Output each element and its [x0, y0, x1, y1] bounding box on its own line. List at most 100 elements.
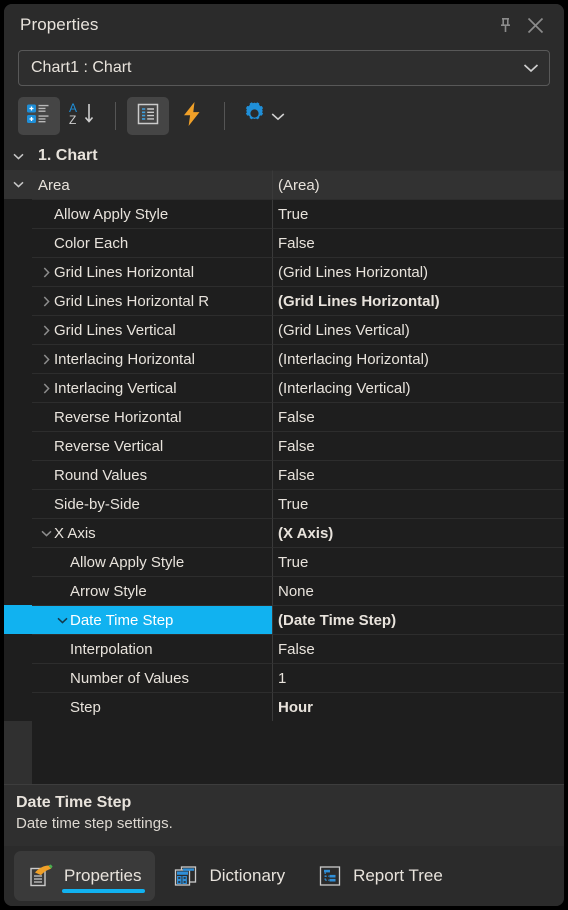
property-name-cell[interactable]: Interpolation	[32, 634, 272, 663]
property-value-cell[interactable]: (Grid Lines Vertical)	[272, 315, 564, 344]
property-name-cell[interactable]: Reverse Vertical	[32, 431, 272, 460]
property-value-cell[interactable]: (Grid Lines Horizontal)	[272, 286, 564, 315]
row-gutter	[4, 489, 32, 518]
tab-report-tree[interactable]: Report Tree	[303, 851, 457, 901]
tab-properties-label: Properties	[64, 866, 142, 885]
property-name-cell[interactable]: Round Values	[32, 460, 272, 489]
chevron-down-icon[interactable]	[4, 142, 32, 170]
property-row[interactable]: Allow Apply Style True	[4, 547, 564, 576]
property-name-label: Number of Values	[70, 669, 189, 687]
property-name-cell[interactable]: X Axis	[32, 518, 272, 547]
property-name-cell[interactable]: Interlacing Vertical	[32, 373, 272, 402]
panel-titlebar: Properties	[4, 4, 564, 46]
dictionary-icon	[173, 863, 199, 889]
property-row[interactable]: Round Values False	[4, 460, 564, 489]
property-value-cell[interactable]: (Area)	[272, 170, 564, 199]
property-row[interactable]: X Axis (X Axis)	[4, 518, 564, 547]
chevron-down-icon[interactable]	[54, 617, 70, 624]
property-row[interactable]: Number of Values 1	[4, 663, 564, 692]
property-name-cell[interactable]: Grid Lines Horizontal R	[32, 286, 272, 315]
property-name-cell[interactable]: Area	[32, 170, 272, 199]
property-value-cell[interactable]: True	[272, 489, 564, 518]
object-selector[interactable]: Chart1 : Chart	[18, 50, 550, 86]
row-gutter	[4, 315, 32, 344]
options-button[interactable]	[236, 97, 287, 135]
property-row[interactable]: Allow Apply Style True	[4, 199, 564, 228]
property-value-cell[interactable]: False	[272, 460, 564, 489]
property-row[interactable]: Reverse Vertical False	[4, 431, 564, 460]
property-name-cell[interactable]: Step	[32, 692, 272, 721]
property-name-cell[interactable]: Arrow Style	[32, 576, 272, 605]
property-row[interactable]: Side-by-Side True	[4, 489, 564, 518]
property-name-cell[interactable]: Color Each	[32, 228, 272, 257]
close-icon[interactable]	[520, 10, 550, 40]
property-name-cell[interactable]: Date Time Step	[32, 605, 272, 634]
chevron-right-icon[interactable]	[38, 295, 54, 307]
chevron-down-icon	[523, 63, 539, 73]
property-value-cell[interactable]: False	[272, 431, 564, 460]
description-pane: Date Time Step Date time step settings.	[4, 784, 564, 846]
property-grid[interactable]: 1. Chart Area (Area) Allow Apply Style True…	[4, 142, 564, 784]
property-name-cell[interactable]: Side-by-Side	[32, 489, 272, 518]
property-value-cell[interactable]: False	[272, 634, 564, 663]
property-row[interactable]: Reverse Horizontal False	[4, 402, 564, 431]
property-row[interactable]: Interpolation False	[4, 634, 564, 663]
property-name-cell[interactable]: Allow Apply Style	[32, 547, 272, 576]
property-row[interactable]: Date Time Step (Date Time Step)	[4, 605, 564, 634]
grid-group-header[interactable]: 1. Chart	[4, 142, 564, 170]
property-row[interactable]: Color Each False	[4, 228, 564, 257]
alphabetical-sort-button[interactable]: A Z	[62, 97, 104, 135]
property-name-cell[interactable]: Allow Apply Style	[32, 199, 272, 228]
chevron-down-icon[interactable]	[38, 530, 54, 537]
tab-dictionary[interactable]: Dictionary	[159, 851, 299, 901]
property-name-label: Grid Lines Horizontal R	[54, 292, 210, 310]
row-gutter	[4, 576, 32, 605]
properties-view-button[interactable]	[127, 97, 169, 135]
tab-report-tree-label: Report Tree	[353, 866, 443, 885]
property-value-cell[interactable]: (Interlacing Horizontal)	[272, 344, 564, 373]
property-name-cell[interactable]: Interlacing Horizontal	[32, 344, 272, 373]
property-value-cell[interactable]: (Interlacing Vertical)	[272, 373, 564, 402]
row-gutter	[4, 199, 32, 228]
property-name-label: Allow Apply Style	[70, 553, 185, 571]
chevron-right-icon[interactable]	[38, 353, 54, 365]
property-name-label: Allow Apply Style	[54, 205, 169, 223]
row-gutter	[4, 460, 32, 489]
property-name-cell[interactable]: Reverse Horizontal	[32, 402, 272, 431]
property-name-cell[interactable]: Grid Lines Vertical	[32, 315, 272, 344]
property-name-label: Reverse Horizontal	[54, 408, 182, 426]
property-value-cell[interactable]: False	[272, 402, 564, 431]
property-name-label: Area	[38, 176, 70, 194]
property-value-cell[interactable]: 1	[272, 663, 564, 692]
property-name-label: Round Values	[54, 466, 148, 484]
property-row[interactable]: Grid Lines Vertical (Grid Lines Vertical)	[4, 315, 564, 344]
chevron-right-icon[interactable]	[38, 324, 54, 336]
property-row[interactable]: Interlacing Vertical (Interlacing Vertica…	[4, 373, 564, 402]
pin-icon[interactable]	[490, 10, 520, 40]
chevron-down-icon[interactable]	[4, 170, 32, 199]
property-name-cell[interactable]: Number of Values	[32, 663, 272, 692]
property-value-cell[interactable]: Hour	[272, 692, 564, 721]
property-row[interactable]: Grid Lines Horizontal (Grid Lines Horizon…	[4, 257, 564, 286]
chevron-right-icon[interactable]	[38, 382, 54, 394]
property-row[interactable]: Area (Area)	[4, 170, 564, 199]
property-row[interactable]: Step Hour	[4, 692, 564, 721]
property-value-cell[interactable]: (Date Time Step)	[272, 605, 564, 634]
property-value-cell[interactable]: None	[272, 576, 564, 605]
tab-properties[interactable]: Properties	[14, 851, 156, 901]
property-value-cell[interactable]: (Grid Lines Horizontal)	[272, 257, 564, 286]
chevron-right-icon[interactable]	[38, 266, 54, 278]
row-gutter	[4, 518, 32, 547]
property-value-cell[interactable]: (X Axis)	[272, 518, 564, 547]
property-row[interactable]: Grid Lines Horizontal R (Grid Lines Horiz…	[4, 286, 564, 315]
events-button[interactable]	[171, 97, 213, 135]
tab-active-indicator	[62, 889, 146, 893]
property-value-cell[interactable]: True	[272, 547, 564, 576]
property-name-label: Reverse Vertical	[54, 437, 164, 455]
property-row[interactable]: Arrow Style None	[4, 576, 564, 605]
property-row[interactable]: Interlacing Horizontal (Interlacing Horiz…	[4, 344, 564, 373]
property-value-cell[interactable]: False	[272, 228, 564, 257]
property-name-cell[interactable]: Grid Lines Horizontal	[32, 257, 272, 286]
categorized-view-button[interactable]	[18, 97, 60, 135]
property-value-cell[interactable]: True	[272, 199, 564, 228]
